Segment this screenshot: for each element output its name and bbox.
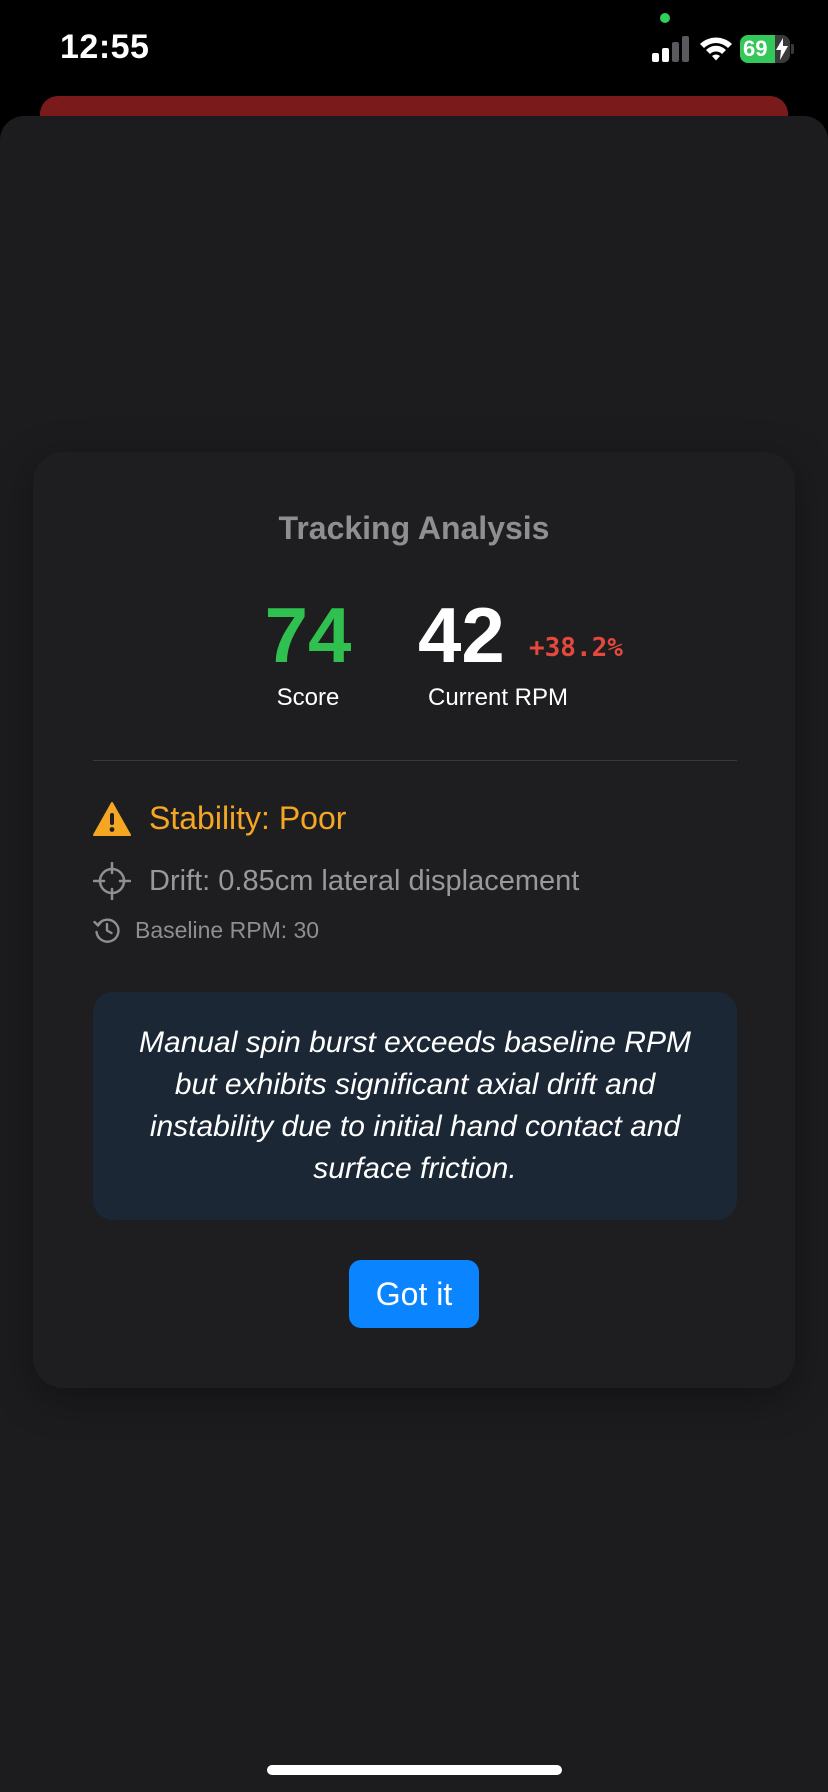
home-indicator[interactable]: [267, 1765, 562, 1775]
analysis-note-box: Manual spin burst exceeds baseline RPM b…: [93, 992, 737, 1220]
score-metric: 74 Score: [223, 592, 393, 712]
cellular-signal-icon: [652, 36, 690, 62]
charging-bolt-icon: [776, 38, 788, 60]
stability-row: Stability: Poor: [93, 800, 346, 837]
rpm-metric: 42 +38.2% Current RPM: [383, 592, 673, 711]
rpm-value: 42: [418, 591, 505, 679]
analysis-note-text: Manual spin burst exceeds baseline RPM b…: [139, 1026, 691, 1185]
rpm-value-row: 42 +38.2%: [383, 592, 673, 678]
stability-text: Stability: Poor: [149, 800, 347, 836]
screen: 12:55 69 Tracking Analysis 74 Score 42 +…: [0, 0, 828, 1792]
camera-in-use-indicator: [660, 13, 670, 23]
battery-percent: 69: [743, 36, 768, 61]
warning-icon: [93, 801, 131, 836]
score-label: Score: [276, 684, 340, 711]
divider: [93, 760, 737, 761]
status-time: 12:55: [60, 28, 150, 66]
tracking-analysis-dialog: Tracking Analysis 74 Score 42 +38.2% Cur…: [33, 452, 795, 1388]
history-icon: [93, 918, 120, 943]
baseline-row: Baseline RPM: 30: [93, 916, 319, 944]
score-value: 74: [264, 591, 352, 679]
drift-row: Drift: 0.85cm lateral displacement: [93, 862, 579, 900]
drift-text: Drift: 0.85cm lateral displacement: [149, 864, 580, 897]
got-it-button[interactable]: Got it: [349, 1260, 479, 1328]
rpm-label: Current RPM: [427, 684, 569, 711]
crosshair-icon: [93, 862, 131, 900]
battery-icon: 69: [740, 35, 794, 63]
battery-body: 69: [740, 35, 790, 63]
battery-cap: [791, 44, 794, 54]
baseline-text: Baseline RPM: 30: [135, 916, 320, 943]
dialog-title: Tracking Analysis: [278, 510, 550, 546]
wifi-icon: [698, 34, 734, 62]
rpm-delta: +38.2%: [529, 633, 623, 663]
